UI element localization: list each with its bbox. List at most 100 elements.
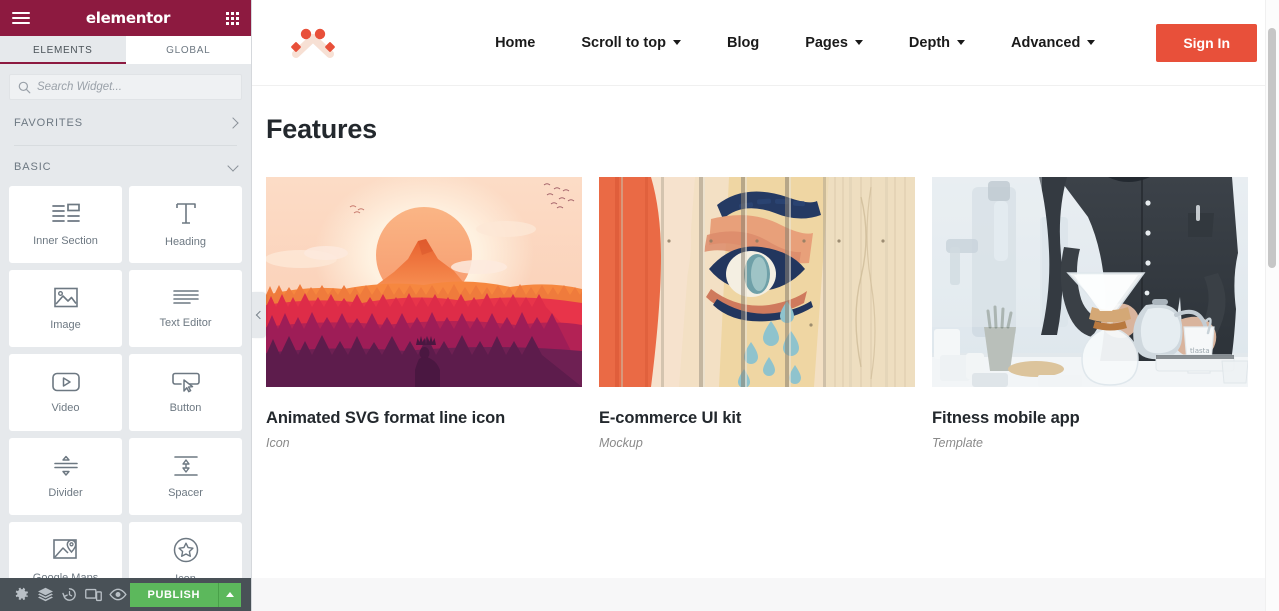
feature-card[interactable]: E-commerce UI kit Mockup	[599, 177, 915, 450]
widget-label: Video	[51, 402, 80, 414]
heading-t-icon	[175, 203, 196, 224]
nav-label: Pages	[805, 34, 848, 51]
divider	[14, 145, 237, 146]
publish-button[interactable]: PUBLISH	[129, 582, 219, 607]
site-logo[interactable]	[290, 25, 336, 61]
nav-label: Advanced	[1011, 34, 1081, 51]
chevron-down-icon	[227, 159, 239, 172]
preview-scrollbar-thumb[interactable]	[1268, 28, 1276, 268]
card-title: Fitness mobile app	[932, 409, 1080, 427]
site-nav-menu: Home Scroll to top Blog Pages Depth Adva…	[472, 23, 1257, 62]
tab-elements[interactable]: ELEMENTS	[0, 36, 126, 64]
widget-spacer[interactable]: Spacer	[129, 438, 242, 515]
search-input[interactable]	[37, 81, 233, 93]
widget-label: Divider	[48, 487, 83, 499]
button-cursor-icon	[171, 372, 200, 393]
widget-video[interactable]: Video	[9, 354, 122, 431]
panel-header: elementor	[0, 0, 251, 36]
svg-text:tlasta: tlasta	[1190, 347, 1210, 355]
page-content: Features Animated SVG format line icon I…	[252, 86, 1279, 450]
card-title: Animated SVG format line icon	[266, 409, 506, 427]
search-widget-container	[0, 64, 251, 108]
nav-item-scroll-to-top[interactable]: Scroll to top	[558, 35, 704, 51]
chevron-left-icon	[255, 310, 265, 320]
nav-label: Scroll to top	[581, 34, 666, 51]
card-title: E-commerce UI kit	[599, 409, 742, 427]
navigator-button[interactable]	[34, 578, 58, 611]
widget-text-editor[interactable]: Text Editor	[129, 270, 242, 347]
panel-collapse-handle[interactable]	[252, 292, 266, 338]
section-favorites[interactable]: FAVORITES	[0, 108, 251, 138]
section-basic[interactable]: BASIC	[0, 152, 251, 182]
card-image-sunset-mountain[interactable]	[266, 177, 582, 387]
nav-item-blog[interactable]: Blog	[704, 35, 782, 51]
nav-label: Home	[495, 34, 536, 51]
panel-footer: PUBLISH	[0, 578, 251, 611]
street-art-eye-mural-on-wood-fence-photo	[599, 177, 915, 387]
gear-icon	[16, 587, 29, 600]
search-widget-box[interactable]	[9, 74, 242, 100]
preview-button[interactable]	[106, 578, 130, 611]
section-favorites-label: FAVORITES	[14, 117, 84, 129]
eye-icon	[108, 588, 127, 601]
publish-group: PUBLISH	[129, 582, 242, 607]
widget-inner-section[interactable]: Inner Section	[9, 186, 122, 263]
card-subtitle: Template	[932, 436, 983, 450]
card-subtitle: Mockup	[599, 436, 643, 450]
editor-panel: elementor ELEMENTS GLOBAL FAVORITES	[0, 0, 252, 611]
widget-divider[interactable]: Divider	[9, 438, 122, 515]
section-basic-label: BASIC	[14, 161, 52, 173]
widget-label: Image	[50, 319, 81, 331]
site-preview: Home Scroll to top Blog Pages Depth Adva…	[252, 0, 1279, 611]
search-icon	[18, 81, 31, 93]
nav-item-depth[interactable]: Depth	[886, 35, 988, 51]
chevron-down-icon	[957, 40, 966, 45]
card-image-street-art[interactable]	[599, 177, 915, 387]
barista-pouring-coffee-photo: tlasta	[932, 177, 1248, 387]
nav-label: Blog	[726, 34, 760, 51]
widget-label: Inner Section	[33, 235, 98, 247]
nav-item-pages[interactable]: Pages	[782, 35, 886, 51]
nav-item-home[interactable]: Home	[472, 35, 558, 51]
sign-in-button[interactable]: Sign In	[1156, 23, 1257, 62]
chevron-right-icon	[227, 117, 239, 129]
devices-icon	[85, 588, 103, 601]
nav-item-advanced[interactable]: Advanced	[988, 35, 1118, 51]
chevron-down-icon	[672, 40, 681, 45]
layers-icon	[38, 587, 54, 602]
spacer-icon	[173, 456, 198, 476]
widget-heading[interactable]: Heading	[129, 186, 242, 263]
history-button[interactable]	[58, 578, 82, 611]
image-icon	[53, 287, 78, 308]
feature-card[interactable]: tlasta Fitness mobile app Template	[932, 177, 1248, 450]
hamburger-icon[interactable]	[12, 12, 30, 24]
widget-label: Spacer	[168, 487, 203, 499]
caret-up-icon	[226, 592, 235, 597]
google-maps-icon	[52, 539, 77, 559]
elementor-editor: elementor ELEMENTS GLOBAL FAVORITES	[0, 0, 1279, 611]
tab-global[interactable]: GLOBAL	[125, 36, 251, 64]
elementor-logo: elementor	[85, 9, 171, 27]
widget-label: Text Editor	[159, 317, 212, 329]
grid-apps-icon[interactable]	[226, 11, 239, 25]
chevron-down-icon	[1087, 40, 1096, 45]
responsive-mode-button[interactable]	[82, 578, 106, 611]
widget-list-scroll[interactable]: FAVORITES BASIC Inner Section Heading Im…	[0, 108, 251, 611]
widget-label: Heading	[165, 236, 206, 248]
widget-grid: Inner Section Heading Image Text Editor …	[0, 182, 251, 599]
panel-tabs: ELEMENTS GLOBAL	[0, 36, 251, 64]
site-header: Home Scroll to top Blog Pages Depth Adva…	[252, 0, 1279, 86]
feature-card[interactable]: Animated SVG format line icon Icon	[266, 177, 582, 450]
divider-icon	[53, 455, 78, 476]
text-editor-icon	[172, 290, 199, 304]
settings-button[interactable]	[10, 578, 34, 611]
card-image-barista[interactable]: tlasta	[932, 177, 1248, 387]
sunset-mountain-forest-illustration	[266, 177, 582, 387]
video-play-icon	[51, 372, 80, 392]
widget-button[interactable]: Button	[129, 354, 242, 431]
feature-cards: Animated SVG format line icon Icon E-com…	[252, 145, 1279, 450]
preview-scrollbar-track[interactable]	[1265, 0, 1279, 611]
publish-options-button[interactable]	[218, 582, 242, 607]
page-footer-band	[252, 578, 1279, 611]
widget-image[interactable]: Image	[9, 270, 122, 347]
